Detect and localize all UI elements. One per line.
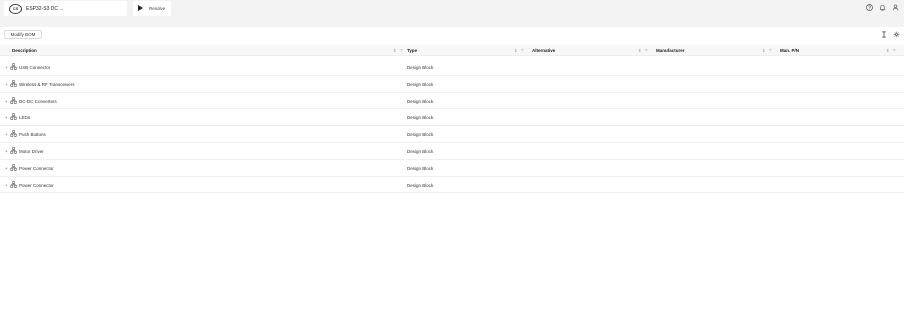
table-row[interactable]: + USB Connector Design Block [0,59,904,76]
column-type[interactable]: Type [407,48,417,53]
top-bar: CS ESP32-S3 DC ... Resolve [0,0,904,27]
row-description: Power Connector [19,165,54,171]
row-description: LEDs [19,115,31,121]
design-block-icon [10,164,17,171]
row-type: Design Block [407,182,434,188]
row-description: DC-DC Converters [19,98,57,104]
expand-icon[interactable]: + [5,149,8,154]
table-header: Description ⇕ ⊤ Type ⇕ ⊤ Alternative ⇕ ⊤… [0,45,904,56]
column-man-pn[interactable]: Man. P/N [780,48,799,53]
table-row[interactable]: + Power Connector Design Block [0,160,904,177]
row-description: Wireless & RF Transceivers [19,81,75,87]
table-row[interactable]: + LEDs Design Block [0,109,904,127]
expand-icon[interactable]: + [5,166,8,171]
modify-bom-button[interactable]: Modify BOM [4,30,42,39]
design-block-icon [10,180,17,188]
table-body: + USB Connector Design Block + Wireless … [0,59,904,194]
design-block-icon [10,80,17,87]
table-row[interactable]: + Push Buttons Design Block [0,126,904,143]
man-pn-sort-filter-icon[interactable]: ⇕ ⊤ [886,48,897,53]
project-selector[interactable]: CS ESP32-S3 DC ... [4,1,127,16]
row-type: Design Block [407,81,434,87]
expand-icon[interactable]: + [5,99,8,104]
row-description: Motor Driver [19,148,44,154]
bell-icon[interactable] [878,3,887,12]
row-type: Design Block [407,98,434,104]
design-block-icon [10,130,17,137]
table-row[interactable]: + Power Connector Design Block [0,177,904,194]
resolve-label: Resolve [149,6,166,11]
design-block-icon [10,63,17,70]
play-icon [138,5,143,11]
row-type: Design Block [407,65,434,70]
app-logo: CS [9,4,22,14]
column-alternative[interactable]: Alternative [532,48,555,53]
manufacturer-sort-filter-icon[interactable]: ⇕ ⊤ [762,48,773,53]
top-icons [865,3,900,12]
expand-icon[interactable]: + [5,183,8,188]
description-sort-filter-icon[interactable]: ⇕ ⊤ [393,48,404,53]
design-block-icon [10,113,17,120]
project-name: ESP32-S3 DC ... [26,6,64,12]
design-block-icon [10,97,17,104]
resolve-button[interactable]: Resolve [133,1,171,16]
column-manufacturer[interactable]: Manufacturer [656,48,685,53]
row-description: Push Buttons [19,132,46,138]
row-type: Design Block [407,115,434,121]
expand-icon[interactable]: + [5,115,8,120]
row-description: USB Connector [19,65,51,70]
table-row[interactable]: + DC-DC Converters Design Block [0,93,904,110]
help-icon[interactable] [865,3,874,12]
row-description: Power Connector [19,182,54,188]
expand-icon[interactable]: + [5,65,8,70]
row-type: Design Block [407,148,434,154]
row-type: Design Block [407,165,434,171]
type-sort-filter-icon[interactable]: ⇕ ⊤ [514,48,525,53]
gear-icon[interactable] [893,31,900,38]
table-tools [880,31,900,38]
expand-icon[interactable]: + [5,132,8,137]
user-icon[interactable] [891,3,900,12]
expand-icon[interactable]: + [5,82,8,87]
row-type: Design Block [407,132,434,138]
table-row[interactable]: + Motor Driver Design Block [0,143,904,160]
design-block-icon [10,147,17,154]
column-description[interactable]: Description [12,48,37,53]
table-row[interactable]: + Wireless & RF Transceivers Design Bloc… [0,76,904,93]
alternative-sort-filter-icon[interactable]: ⇕ ⊤ [638,48,649,53]
column-width-icon[interactable] [880,31,887,38]
